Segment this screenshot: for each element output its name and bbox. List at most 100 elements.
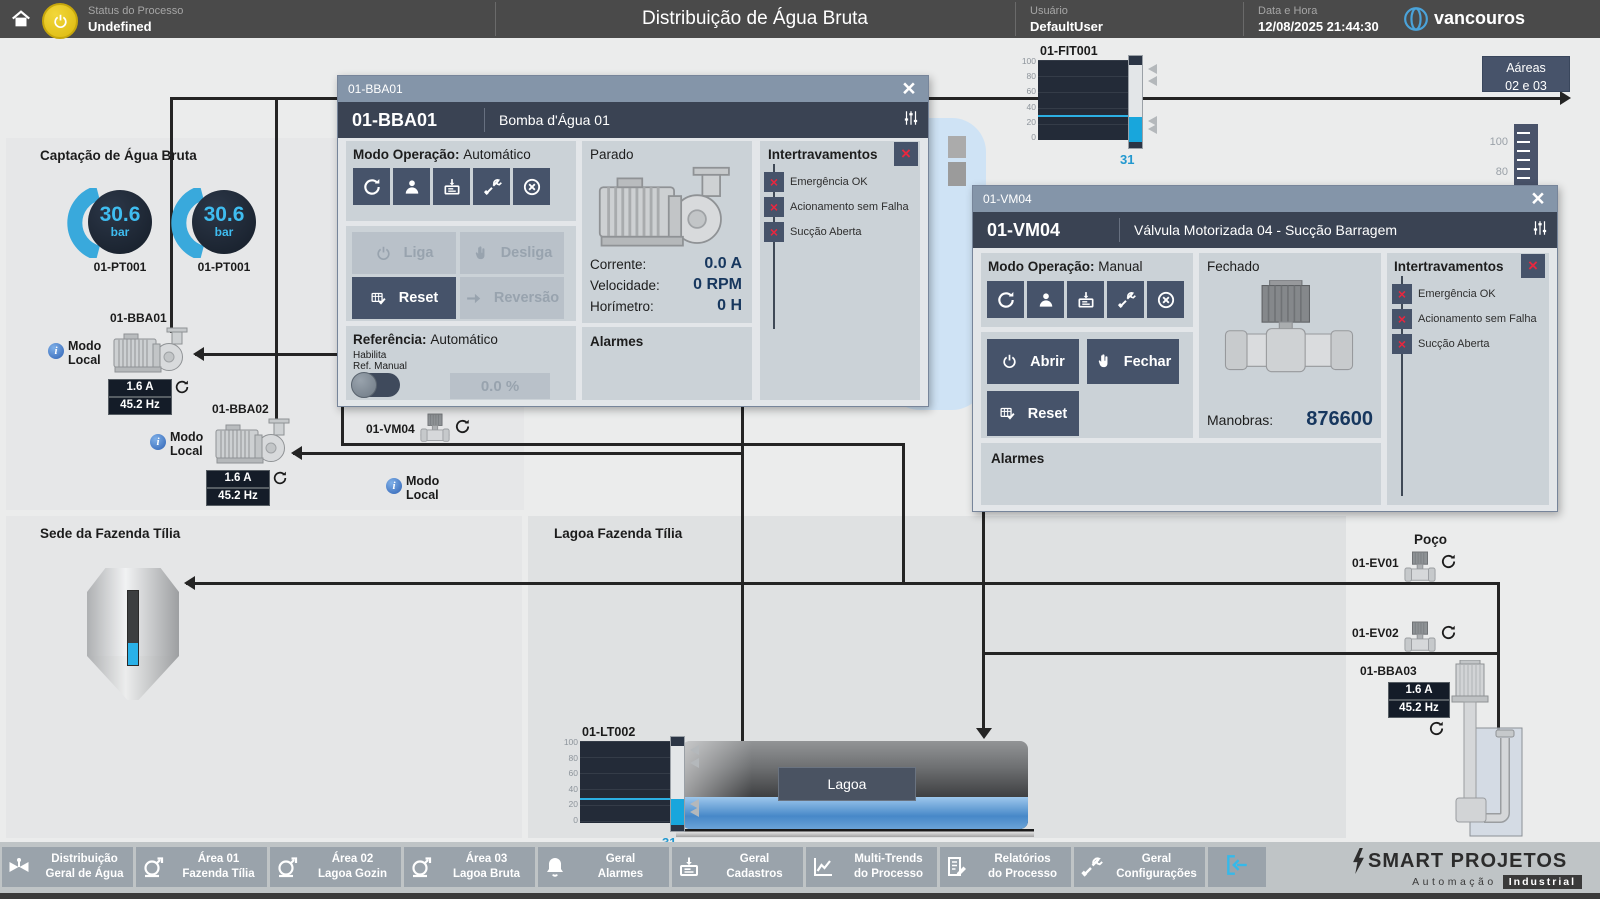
maintenance-button[interactable] [1107,281,1144,318]
rotation-icon [454,418,471,440]
refresh-button[interactable] [353,168,390,205]
pump-bba03-well[interactable] [1448,660,1524,838]
fit001-value: 31 [1120,152,1134,167]
disable-button[interactable] [1147,281,1184,318]
bba03-current: 1.6 A [1388,682,1450,700]
nav-logout-button[interactable] [1208,847,1266,887]
tools-icon [1074,855,1108,879]
pump-state: Parado [590,147,634,162]
dialog-vm04-titlebar: 01-VM04 [973,186,1557,212]
reset-button[interactable]: Reset [352,277,456,319]
interlock-bypass-button[interactable]: × [894,142,918,166]
manobras-value: 876600 [1273,408,1373,431]
logo-sub1: Automação [1412,876,1497,888]
right-scale-80: 80 [1468,166,1508,178]
bba03-tag: 01-BBA03 [1360,664,1417,678]
interlock-x-icon: × [764,197,784,217]
liga-button[interactable]: Liga [352,232,456,274]
interlock-x-icon: × [1392,334,1412,354]
pressure-gauge-pt001-b[interactable]: 30.6 bar 01-PT001 [166,188,266,280]
reading-value: 0 RPM [638,276,742,294]
pump-bba01[interactable] [112,327,192,379]
pump-bba02[interactable] [214,418,294,470]
info-icon[interactable]: i [150,434,166,450]
info-icon[interactable]: i [48,343,64,359]
sliders-icon[interactable] [1523,219,1557,242]
gauge-tag: 01-PT001 [188,260,260,274]
power-button[interactable] [42,3,78,39]
areas-02-03-button[interactable]: Aáreas 02 e 03 [1482,56,1570,92]
rotation-icon [1440,553,1457,575]
pressure-gauge-pt001-a[interactable]: 30.6 bar 01-PT001 [62,188,162,280]
sliders-icon[interactable] [894,109,928,132]
fechar-button[interactable]: Fechar [1087,339,1179,384]
valve-ev02[interactable] [1404,620,1436,656]
setpoint-marker [685,758,699,768]
rotation-icon [272,470,288,491]
operator-button[interactable] [393,168,430,205]
sede-title: Sede da Fazenda Tília [40,526,180,541]
maintenance-button[interactable] [473,168,510,205]
vm04-modo-local: ModoLocal [406,474,439,502]
nav-area-01[interactable]: Área 01Fazenda Tília [136,847,267,887]
gauge-tag: 01-PT001 [84,260,156,274]
registry-button[interactable] [1067,281,1104,318]
logo-name: SMART PROJETOS [1368,850,1567,873]
valve-ev01[interactable] [1404,550,1436,586]
dialog-vm04: 01-VM04 × 01-VM04 Válvula Motorizada 04 … [972,185,1558,512]
ev02-tag: 01-EV02 [1352,626,1399,640]
gauge-unit: bar [111,225,130,239]
pump-image [593,166,741,258]
arrowhead [1560,91,1578,105]
process-status-value: Undefined [88,19,152,34]
nav-geral-alarmes[interactable]: GeralAlarmes [538,847,669,887]
poco-title: Poço [1414,532,1447,547]
refresh-button[interactable] [987,281,1024,318]
nav-geral-configuracoes[interactable]: GeralConfigurações [1074,847,1205,887]
lt002-indicator[interactable]: 01-LT002 100806040200 31 [546,725,696,853]
nav-area-02[interactable]: Área 02Lagoa Gozin [270,847,401,887]
gauge-value: 30.6 [204,205,245,225]
abrir-button[interactable]: Abrir [987,339,1079,384]
registry-button[interactable] [433,168,470,205]
pump-icon [136,855,170,879]
bba01-current: 1.6 A [108,379,172,397]
sede-tank[interactable] [87,568,179,700]
close-icon[interactable]: × [892,76,926,102]
reading-value: 0.0 A [638,255,742,273]
lt002-tag: 01-LT002 [582,725,635,739]
rotation-icon [174,379,190,400]
captacao-title: Captação de Água Bruta [40,148,197,163]
dialog-bba01: 01-BBA01 × 01-BBA01 Bomba d'Água 01 Modo… [337,75,929,407]
desliga-button[interactable]: Desliga [460,232,564,274]
lagoa-tank[interactable]: Lagoa [682,741,1028,829]
pump-icon [404,855,438,879]
rotation-icon [1440,624,1457,646]
datetime-value: 12/08/2025 21:44:30 [1258,19,1379,34]
divider [1015,2,1016,36]
interlocks-title: Intertravamentos [768,147,878,162]
lt002-scale: 100806040200 [554,737,578,825]
info-icon[interactable]: i [386,478,402,494]
reset-button[interactable]: Reset [987,391,1079,436]
pump-icon [270,855,304,879]
reversao-button[interactable]: Reversão [460,277,564,319]
page-title: Distribuição de Água Bruta [497,0,1013,38]
manual-ref-toggle[interactable] [352,373,400,397]
nav-area-03[interactable]: Área 03Lagoa Bruta [404,847,535,887]
interlock-label: Emergência OK [1418,288,1496,300]
interlocks-title: Intertravamentos [1394,259,1504,274]
disable-button[interactable] [513,168,550,205]
fit001-indicator[interactable]: 01-FIT001 100806040200 31 [1012,44,1162,172]
operator-button[interactable] [1027,281,1064,318]
nav-distribuicao-geral[interactable]: DistribuiçãoGeral de Água [2,847,133,887]
interlock-bypass-button[interactable]: × [1521,254,1545,278]
valve-vm04[interactable] [420,412,450,446]
setpoint-marker [685,807,699,817]
close-icon[interactable]: × [1521,186,1555,212]
nav-relatorios[interactable]: Relatóriosdo Processo [940,847,1071,887]
home-icon[interactable] [10,8,32,35]
interlock-label: Emergência OK [790,176,868,188]
nav-multi-trends[interactable]: Multi-Trendsdo Processo [806,847,937,887]
nav-geral-cadastros[interactable]: GeralCadastros [672,847,803,887]
